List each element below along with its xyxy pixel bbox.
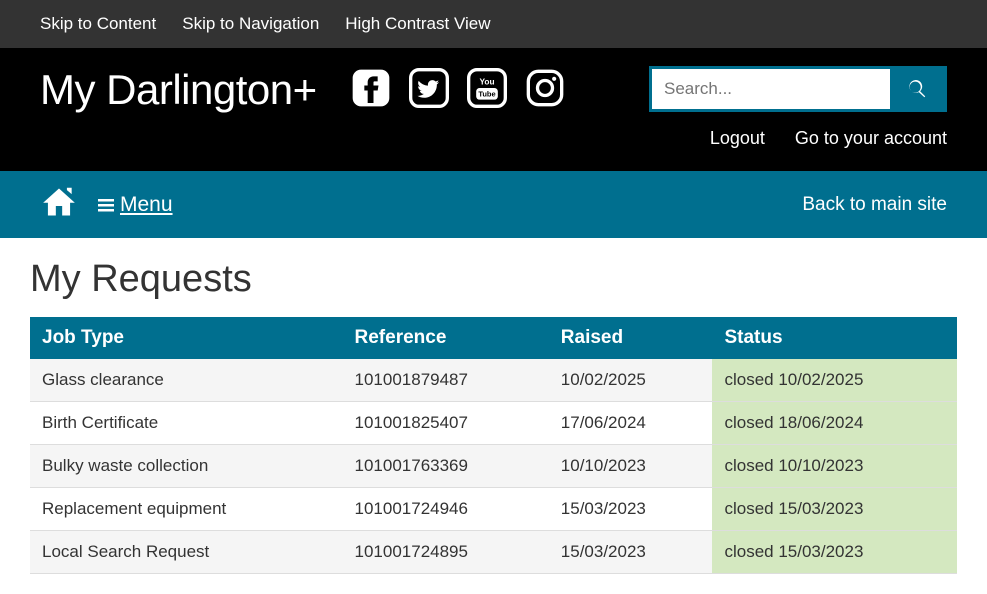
logout-link[interactable]: Logout — [710, 128, 765, 149]
search-form — [649, 66, 947, 112]
back-to-main-link[interactable]: Back to main site — [802, 194, 947, 215]
search-input[interactable] — [652, 69, 890, 109]
table-header-row: Job Type Reference Raised Status — [30, 317, 957, 359]
cell-reference: 101001879487 — [343, 359, 549, 402]
skip-to-navigation-link[interactable]: Skip to Navigation — [182, 14, 319, 34]
account-links: Logout Go to your account — [710, 128, 947, 149]
nav-bar: Menu Back to main site — [0, 171, 987, 238]
table-row[interactable]: Bulky waste collection10100176336910/10/… — [30, 445, 957, 488]
cell-raised: 10/10/2023 — [549, 445, 713, 488]
cell-jobType: Bulky waste collection — [30, 445, 343, 488]
header-left: My Darlington+ You Tube — [40, 66, 565, 114]
col-reference: Reference — [343, 317, 549, 359]
cell-jobType: Glass clearance — [30, 359, 343, 402]
cell-status: closed 15/03/2023 — [712, 531, 957, 574]
nav-left: Menu — [40, 185, 173, 224]
account-link[interactable]: Go to your account — [795, 128, 947, 149]
table-row[interactable]: Replacement equipment10100172494615/03/2… — [30, 488, 957, 531]
col-status: Status — [712, 317, 957, 359]
cell-reference: 101001724946 — [343, 488, 549, 531]
nav-right: Back to main site — [802, 194, 947, 216]
table-row[interactable]: Local Search Request10100172489515/03/20… — [30, 531, 957, 574]
cell-raised: 10/02/2025 — [549, 359, 713, 402]
svg-text:You: You — [479, 76, 494, 86]
high-contrast-link[interactable]: High Contrast View — [345, 14, 490, 34]
col-raised: Raised — [549, 317, 713, 359]
youtube-icon: You Tube — [467, 68, 507, 108]
table-row[interactable]: Birth Certificate10100182540717/06/2024c… — [30, 402, 957, 445]
header-right: Logout Go to your account — [649, 66, 947, 149]
cell-reference: 101001825407 — [343, 402, 549, 445]
cell-raised: 17/06/2024 — [549, 402, 713, 445]
cell-jobType: Local Search Request — [30, 531, 343, 574]
table-row[interactable]: Glass clearance10100187948710/02/2025clo… — [30, 359, 957, 402]
hamburger-icon — [98, 197, 114, 213]
cell-reference: 101001724895 — [343, 531, 549, 574]
header: My Darlington+ YouTube Logout Go to — [0, 48, 987, 171]
twitter-icon — [409, 68, 449, 108]
skip-bar: Skip to Content Skip to Navigation High … — [0, 0, 987, 48]
twitter-link[interactable] — [409, 68, 449, 113]
youtube-link[interactable]: You Tube — [467, 68, 507, 113]
instagram-link[interactable] — [525, 68, 565, 113]
cell-reference: 101001763369 — [343, 445, 549, 488]
cell-raised: 15/03/2023 — [549, 531, 713, 574]
home-icon — [40, 185, 78, 219]
facebook-link[interactable] — [351, 68, 391, 113]
cell-status: closed 15/03/2023 — [712, 488, 957, 531]
cell-raised: 15/03/2023 — [549, 488, 713, 531]
search-icon — [906, 78, 928, 100]
instagram-icon — [525, 68, 565, 108]
skip-to-content-link[interactable]: Skip to Content — [40, 14, 156, 34]
requests-table: Job Type Reference Raised Status Glass c… — [30, 317, 957, 574]
site-title: My Darlington+ — [40, 66, 317, 114]
col-jobtype: Job Type — [30, 317, 343, 359]
search-button[interactable] — [890, 69, 944, 109]
page-title: My Requests — [30, 258, 957, 301]
cell-jobType: Replacement equipment — [30, 488, 343, 531]
svg-text:Tube: Tube — [478, 89, 495, 98]
menu-toggle[interactable]: Menu — [98, 193, 173, 217]
cell-status: closed 18/06/2024 — [712, 402, 957, 445]
social-icons: You Tube — [351, 68, 565, 113]
cell-jobType: Birth Certificate — [30, 402, 343, 445]
menu-label: Menu — [120, 193, 173, 217]
main-content: My Requests Job Type Reference Raised St… — [0, 238, 987, 594]
cell-status: closed 10/10/2023 — [712, 445, 957, 488]
home-link[interactable] — [40, 185, 78, 224]
cell-status: closed 10/02/2025 — [712, 359, 957, 402]
facebook-icon — [351, 68, 391, 108]
